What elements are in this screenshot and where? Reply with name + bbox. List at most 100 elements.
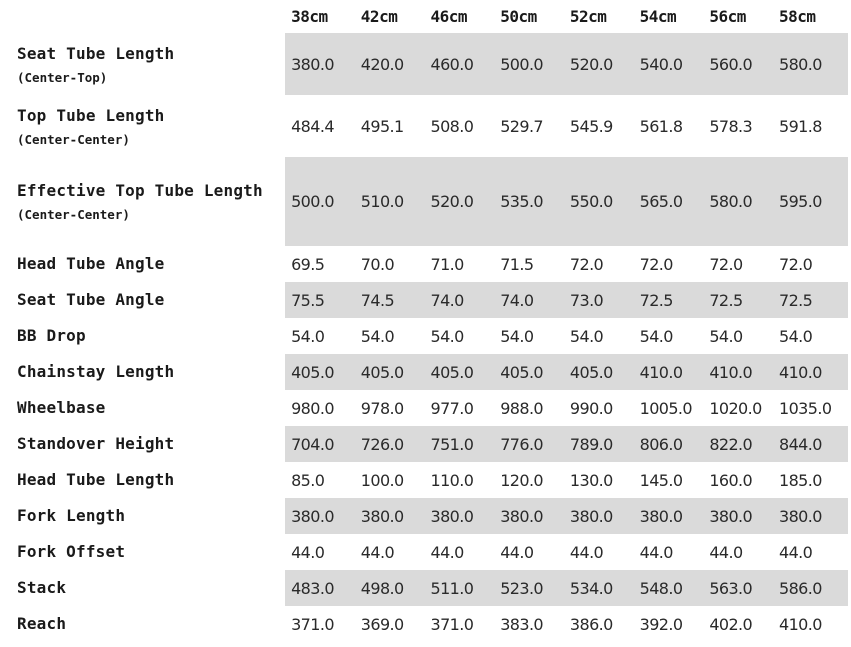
row-label-note: (Center-Top) xyxy=(17,69,108,85)
value-cell: 69.5 xyxy=(285,246,355,282)
row-label-text: Chainstay Length xyxy=(17,362,175,381)
value-cell: 789.0 xyxy=(563,426,634,462)
row-label-text: Seat Tube Angle xyxy=(17,290,165,309)
row-label-text: Effective Top Tube Length xyxy=(17,181,263,200)
value-cell: 44.0 xyxy=(633,534,704,570)
value-cell: 704.0 xyxy=(285,426,355,462)
value-cell: 591.8 xyxy=(773,95,848,157)
value-cell: 990.0 xyxy=(563,390,634,426)
value-cell: 386.0 xyxy=(563,606,634,642)
value-cell: 1035.0 xyxy=(773,390,848,426)
value-cell: 130.0 xyxy=(563,462,634,498)
row-label: Chainstay Length xyxy=(0,354,286,390)
table-row: Top Tube Length (Center-Center) 484.4 495.1… xyxy=(0,95,848,157)
size-header: 58cm xyxy=(779,7,816,26)
value-cell: 405.0 xyxy=(494,354,564,390)
value-cell: 371.0 xyxy=(424,606,495,642)
value-cell: 72.0 xyxy=(563,246,634,282)
row-label-text: Fork Offset xyxy=(17,542,126,561)
value-cell: 185.0 xyxy=(773,462,848,498)
value-cell: 560.0 xyxy=(703,33,774,95)
row-label: Head Tube Angle xyxy=(0,246,286,282)
value-cell: 402.0 xyxy=(703,606,774,642)
value-cell: 751.0 xyxy=(424,426,495,462)
value-cell: 460.0 xyxy=(424,33,495,95)
value-cell: 511.0 xyxy=(424,570,495,606)
value-cell: 978.0 xyxy=(354,390,425,426)
size-header-row: 38cm 42cm 46cm 50cm 52cm 54cm 56cm 58cm xyxy=(0,0,848,33)
value-cell: 550.0 xyxy=(563,157,634,246)
value-cell: 54.0 xyxy=(285,318,355,354)
row-label-note: (Center-Center) xyxy=(17,131,130,147)
value-cell: 776.0 xyxy=(494,426,564,462)
value-cell: 54.0 xyxy=(773,318,848,354)
table-row: Reach 371.0 369.0 371.0 383.0 386.0 392.0 402.0… xyxy=(0,606,848,642)
value-cell: 383.0 xyxy=(494,606,564,642)
row-label: Wheelbase xyxy=(0,390,286,426)
row-label-text: Wheelbase xyxy=(17,398,106,417)
value-cell: 72.0 xyxy=(773,246,848,282)
value-cell: 534.0 xyxy=(563,570,634,606)
value-cell: 578.3 xyxy=(703,95,774,157)
size-header: 56cm xyxy=(709,7,746,26)
value-cell: 44.0 xyxy=(285,534,355,570)
value-cell: 586.0 xyxy=(773,570,848,606)
value-cell: 508.0 xyxy=(424,95,495,157)
table-row: Fork Offset 44.0 44.0 44.0 44.0 44.0 44.0 44.0 4… xyxy=(0,534,848,570)
value-cell: 405.0 xyxy=(285,354,355,390)
size-header: 42cm xyxy=(360,7,398,26)
value-cell: 595.0 xyxy=(773,157,848,246)
value-cell: 74.0 xyxy=(494,282,564,318)
value-cell: 380.0 xyxy=(703,498,774,534)
table-row: Fork Length 380.0 380.0 380.0 380.0 380.0 380.… xyxy=(0,498,848,534)
value-cell: 120.0 xyxy=(494,462,564,498)
value-cell: 500.0 xyxy=(285,157,355,246)
value-cell: 561.8 xyxy=(633,95,704,157)
value-cell: 371.0 xyxy=(285,606,355,642)
value-cell: 74.0 xyxy=(424,282,495,318)
row-label-text: Reach xyxy=(17,614,67,633)
value-cell: 72.0 xyxy=(633,246,704,282)
table-row: Seat Tube Length (Center-Top) 380.0 420.0 46… xyxy=(0,33,848,95)
value-cell: 54.0 xyxy=(424,318,495,354)
value-cell: 369.0 xyxy=(354,606,425,642)
row-label: Seat Tube Angle xyxy=(0,282,286,318)
value-cell: 71.5 xyxy=(494,246,564,282)
row-label-text: Head Tube Length xyxy=(17,470,175,489)
value-cell: 495.1 xyxy=(354,95,425,157)
value-cell: 529.7 xyxy=(494,95,564,157)
row-label-text: Standover Height xyxy=(17,434,175,453)
value-cell: 977.0 xyxy=(424,390,495,426)
value-cell: 405.0 xyxy=(424,354,495,390)
row-label-text: BB Drop xyxy=(17,326,86,345)
value-cell: 498.0 xyxy=(354,570,425,606)
value-cell: 548.0 xyxy=(633,570,704,606)
row-label: Reach xyxy=(0,606,286,642)
value-cell: 110.0 xyxy=(424,462,495,498)
value-cell: 73.0 xyxy=(563,282,634,318)
value-cell: 523.0 xyxy=(494,570,564,606)
value-cell: 545.9 xyxy=(563,95,634,157)
value-cell: 44.0 xyxy=(703,534,774,570)
value-cell: 380.0 xyxy=(633,498,704,534)
value-cell: 54.0 xyxy=(494,318,564,354)
value-cell: 405.0 xyxy=(354,354,425,390)
row-label: Fork Offset xyxy=(0,534,286,570)
value-cell: 405.0 xyxy=(563,354,634,390)
value-cell: 563.0 xyxy=(703,570,774,606)
value-cell: 44.0 xyxy=(563,534,634,570)
value-cell: 44.0 xyxy=(494,534,564,570)
size-header: 52cm xyxy=(569,7,607,26)
geometry-table: 38cm 42cm 46cm 50cm 52cm 54cm 56cm 58cm … xyxy=(0,0,848,642)
value-cell: 420.0 xyxy=(354,33,425,95)
value-cell: 520.0 xyxy=(424,157,495,246)
row-label-note: (Center-Center) xyxy=(17,207,130,222)
value-cell: 988.0 xyxy=(494,390,564,426)
value-cell: 380.0 xyxy=(563,498,634,534)
value-cell: 54.0 xyxy=(563,318,634,354)
value-cell: 806.0 xyxy=(633,426,704,462)
table-row: Chainstay Length 405.0 405.0 405.0 405.0 405.… xyxy=(0,354,848,390)
value-cell: 380.0 xyxy=(285,33,355,95)
table-row: Standover Height 704.0 726.0 751.0 776.0 789.… xyxy=(0,426,848,462)
value-cell: 160.0 xyxy=(703,462,774,498)
